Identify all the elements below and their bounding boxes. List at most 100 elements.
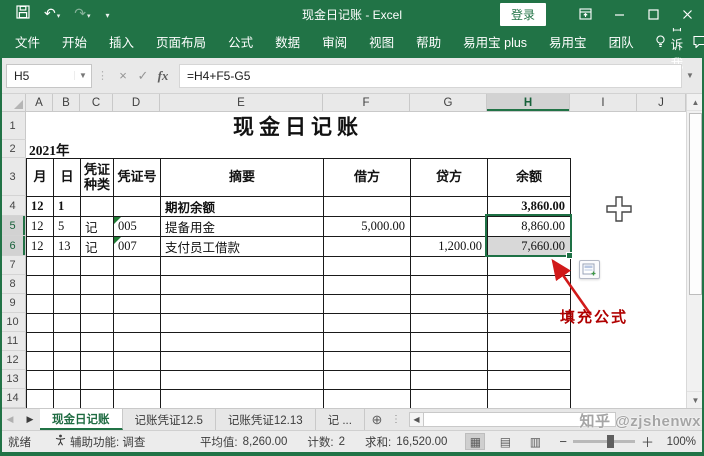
column-header-I[interactable]: I	[570, 94, 637, 112]
cell-G6[interactable]: 1,200.00	[411, 237, 488, 257]
cell-F10[interactable]	[324, 314, 411, 333]
cell-B7[interactable]	[54, 257, 81, 276]
cell-E13[interactable]	[161, 371, 324, 390]
cell-G8[interactable]	[411, 276, 488, 295]
cell-D13[interactable]	[114, 371, 161, 390]
insert-function-icon[interactable]: fx	[153, 68, 173, 84]
zoom-out-icon[interactable]: −	[559, 434, 567, 449]
cell-A4[interactable]: 12	[27, 197, 54, 217]
column-header-E[interactable]: E	[160, 94, 323, 112]
cell-G5[interactable]	[411, 217, 488, 237]
cell-A8[interactable]	[27, 276, 54, 295]
cell-D5[interactable]: 005	[114, 217, 161, 237]
sheet-tab-2[interactable]: 记账凭证12.5	[123, 409, 216, 430]
maximize-button[interactable]	[636, 0, 670, 28]
minimize-button[interactable]	[602, 0, 636, 28]
zoom-slider[interactable]	[573, 440, 635, 443]
cell-D3[interactable]: 凭证号	[114, 159, 161, 197]
close-button[interactable]	[670, 0, 704, 28]
cell-H14[interactable]	[488, 390, 571, 408]
customize-qat-button[interactable]: ▾	[105, 5, 110, 23]
cell-C6[interactable]: 记	[81, 237, 114, 257]
ribbon-tab-2[interactable]: 开始	[51, 28, 98, 58]
tab-scroll-left-icon[interactable]: ◀	[0, 409, 20, 430]
cell-G9[interactable]	[411, 295, 488, 314]
cell-H6[interactable]: 7,660.00	[488, 237, 571, 257]
ribbon-tab-5[interactable]: 公式	[217, 28, 264, 58]
cell-E9[interactable]	[161, 295, 324, 314]
cell-C7[interactable]	[81, 257, 114, 276]
cell-A10[interactable]	[27, 314, 54, 333]
column-header-J[interactable]: J	[637, 94, 686, 112]
cell-A5[interactable]: 12	[27, 217, 54, 237]
cell-G4[interactable]	[411, 197, 488, 217]
cell-B4[interactable]: 1	[54, 197, 81, 217]
ribbon-tab-3[interactable]: 插入	[98, 28, 145, 58]
cell-E10[interactable]	[161, 314, 324, 333]
zoom-percentage[interactable]: 100%	[660, 436, 696, 448]
sheet-tab-3[interactable]: 记账凭证12.13	[216, 409, 316, 430]
sign-in-button[interactable]: 登录	[500, 3, 546, 26]
cell-C10[interactable]	[81, 314, 114, 333]
row-header-11[interactable]: 11	[0, 332, 26, 351]
tab-scroll-right-icon[interactable]: ▶	[20, 409, 40, 430]
cell-H13[interactable]	[488, 371, 571, 390]
accessibility-status[interactable]: 辅助功能: 调查	[55, 434, 145, 450]
column-header-G[interactable]: G	[410, 94, 487, 112]
row-header-7[interactable]: 7	[0, 256, 26, 275]
hscroll-left-icon[interactable]: ◀	[409, 412, 424, 427]
cell-C11[interactable]	[81, 333, 114, 352]
cell-F11[interactable]	[324, 333, 411, 352]
cell-G10[interactable]	[411, 314, 488, 333]
name-box-dropdown-icon[interactable]: ▼	[74, 71, 91, 80]
cell-E8[interactable]	[161, 276, 324, 295]
cell-D8[interactable]	[114, 276, 161, 295]
sheet-tab-4[interactable]: 记 ...	[316, 409, 365, 430]
row-header-14[interactable]: 14	[0, 389, 26, 408]
cell-E6[interactable]: 支付员工借款	[161, 237, 324, 257]
cell-H10[interactable]	[488, 314, 571, 333]
cell-G3[interactable]: 贷方	[411, 159, 488, 197]
cell-D14[interactable]	[114, 390, 161, 408]
cell-A7[interactable]	[27, 257, 54, 276]
row-header-2[interactable]: 2	[0, 140, 26, 158]
zoom-slider-thumb[interactable]	[607, 435, 614, 448]
cell-C3[interactable]: 凭证种类	[81, 159, 114, 197]
comments-button[interactable]	[693, 35, 704, 51]
year-cell[interactable]: 2021年	[29, 140, 70, 158]
cell-G7[interactable]	[411, 257, 488, 276]
save-icon[interactable]	[16, 5, 30, 24]
cell-D6[interactable]: 007	[114, 237, 161, 257]
ribbon-tab-11[interactable]: 易用宝	[538, 28, 598, 58]
row-header-13[interactable]: 13	[0, 370, 26, 389]
cell-C8[interactable]	[81, 276, 114, 295]
cell-B11[interactable]	[54, 333, 81, 352]
cell-F5[interactable]: 5,000.00	[324, 217, 411, 237]
row-header-4[interactable]: 4	[0, 196, 26, 216]
select-all-corner[interactable]	[0, 94, 26, 112]
cell-D9[interactable]	[114, 295, 161, 314]
row-header-3[interactable]: 3	[0, 158, 26, 196]
cell-A14[interactable]	[27, 390, 54, 408]
formula-input[interactable]: =H4+F5-G5	[179, 64, 682, 88]
cell-H4[interactable]: 3,860.00	[488, 197, 571, 217]
formula-bar-splitter[interactable]: ⋮	[97, 69, 108, 82]
column-header-A[interactable]: A	[26, 94, 53, 112]
cell-H9[interactable]	[488, 295, 571, 314]
cell-G12[interactable]	[411, 352, 488, 371]
cell-H3[interactable]: 余额	[488, 159, 571, 197]
cell-E5[interactable]: 提备用金	[161, 217, 324, 237]
cell-B9[interactable]	[54, 295, 81, 314]
cell-F13[interactable]	[324, 371, 411, 390]
cell-E12[interactable]	[161, 352, 324, 371]
cell-E3[interactable]: 摘要	[161, 159, 324, 197]
redo-button[interactable]: ↷▾	[74, 5, 90, 23]
auto-fill-options-button[interactable]	[579, 260, 600, 279]
cancel-formula-icon[interactable]: ×	[113, 68, 133, 83]
cell-F7[interactable]	[324, 257, 411, 276]
ribbon-tab-6[interactable]: 数据	[264, 28, 311, 58]
column-header-H[interactable]: H	[487, 94, 570, 112]
cell-G14[interactable]	[411, 390, 488, 408]
ribbon-tab-12[interactable]: 团队	[598, 28, 645, 58]
sheet-tab-1[interactable]: 现金日记账	[40, 409, 123, 430]
